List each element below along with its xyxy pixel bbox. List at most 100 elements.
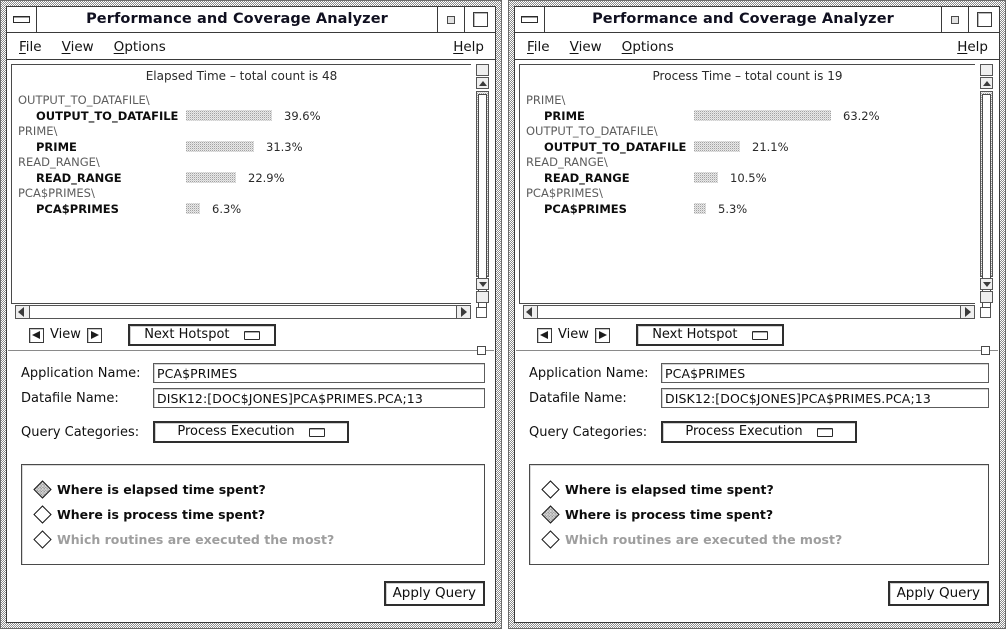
maximize-button[interactable] [465,7,495,32]
scroll-down-arrow-icon[interactable] [476,278,489,290]
query-categories-option-menu[interactable]: Process Execution [153,421,349,443]
apply-query-button[interactable]: Apply Query [383,581,485,606]
vertical-scrollbar[interactable] [975,64,995,308]
scroll-top-box-icon[interactable] [980,64,993,76]
radio-diamond-icon [541,530,560,549]
application-name-label: Application Name: [21,365,141,381]
titlebar: Performance and Coverage Analyzer [515,7,999,33]
hscroll-thumb[interactable] [30,306,456,318]
vscroll-trough[interactable] [980,91,993,308]
datafile-name-input[interactable]: DISK12:[DOC$JONES]PCA$PRIMES.PCA;13 [661,388,989,408]
module-name: PCA$PRIMES\ [526,186,603,200]
scroll-left-arrow-icon[interactable] [16,306,30,318]
query-categories-row: Query Categories: Process Execution [529,421,989,443]
datafile-name-input[interactable]: DISK12:[DOC$JONES]PCA$PRIMES.PCA;13 [153,388,485,408]
scroll-left-arrow-icon[interactable] [524,306,538,318]
table-row[interactable]: READ_RANGE 10.5% [526,169,975,186]
radio-diamond-icon[interactable] [33,505,52,524]
scroll-top-box-icon[interactable] [476,64,489,76]
query-radio-group: Where is elapsed time spent? Where is pr… [21,464,485,565]
window-menu-icon [13,16,30,23]
table-row[interactable]: OUTPUT_TO_DATAFILE 21.1% [526,138,975,155]
next-hotspot-option-menu[interactable]: Next Hotspot [127,324,276,346]
datafile-name-row: Datafile Name: DISK12:[DOC$JONES]PCA$PRI… [21,388,485,408]
vscroll-trough[interactable] [476,91,489,308]
table-row[interactable]: PCA$PRIMES 5.3% [526,200,975,217]
radio-diamond-icon[interactable] [33,480,52,499]
scroll-down-arrow-icon[interactable] [980,278,993,290]
maximize-button[interactable] [969,7,999,32]
query-categories-value: Process Execution [685,424,803,439]
chart-canvas[interactable]: Process Time – total count is 19 PRIME\ … [519,64,975,304]
apply-query-button[interactable]: Apply Query [887,581,989,606]
view-previous-button[interactable] [29,327,44,343]
scroll-up-arrow-icon[interactable] [980,77,993,89]
horizontal-scrollbar[interactable] [15,305,471,319]
hscroll-thumb[interactable] [538,306,960,318]
radio-elapsed-time[interactable]: Where is elapsed time spent? [33,477,484,502]
chart-row: Elapsed Time – total count is 48 OUTPUT_… [11,64,491,308]
menu-view[interactable]: View [568,37,604,55]
table-row[interactable]: OUTPUT_TO_DATAFILE 39.6% [18,107,471,124]
radio-label: Where is elapsed time spent? [57,482,266,497]
chart-row: Process Time – total count is 19 PRIME\ … [519,64,995,308]
query-categories-option-menu[interactable]: Process Execution [661,421,857,443]
pane-sash-handle[interactable] [477,346,486,355]
scroll-right-arrow-icon[interactable] [960,306,974,318]
view-label: View [50,327,81,342]
scroll-bottom-box-icon[interactable] [476,291,489,303]
radio-elapsed-time[interactable]: Where is elapsed time spent? [541,477,988,502]
vscroll-thumb[interactable] [478,94,487,308]
horizontal-scrollbar-row [519,304,995,320]
menu-file[interactable]: File [17,37,44,55]
scroll-bottom-box-icon[interactable] [980,291,993,303]
module-name: READ_RANGE\ [18,155,100,169]
application-name-input[interactable]: PCA$PRIMES [153,363,485,383]
menu-view[interactable]: View [60,37,96,55]
radio-process-time[interactable]: Where is process time spent? [541,502,988,527]
module-name: PCA$PRIMES\ [18,186,95,200]
query-categories-label: Query Categories: [529,424,648,440]
horizontal-scrollbar[interactable] [523,305,975,319]
menu-options[interactable]: Options [620,37,676,55]
pane-sash-handle[interactable] [981,346,990,355]
application-name-label: Application Name: [529,365,649,381]
value-bar [694,141,740,152]
window-menu-button[interactable] [7,7,37,32]
table-row[interactable]: PRIME 31.3% [18,138,471,155]
radio-process-time[interactable]: Where is process time spent? [33,502,484,527]
vscroll-thumb[interactable] [982,94,991,308]
table-row[interactable]: READ_RANGE 22.9% [18,169,471,186]
view-label: View [558,327,589,342]
scroll-right-arrow-icon[interactable] [456,306,470,318]
view-next-button[interactable] [594,327,610,343]
radio-label: Where is elapsed time spent? [565,482,774,497]
application-name-input[interactable]: PCA$PRIMES [661,363,989,383]
option-menu-icon [816,427,833,437]
radio-diamond-icon[interactable] [541,480,560,499]
view-next-button[interactable] [86,327,102,343]
option-menu-icon [751,330,768,340]
minimize-button[interactable] [438,7,465,32]
chart-entry: OUTPUT_TO_DATAFILE\ OUTPUT_TO_DATAFILE 3… [18,94,471,124]
view-previous-button[interactable] [537,327,552,343]
query-categories-value: Process Execution [177,424,295,439]
menu-help[interactable]: Help [451,37,486,55]
menu-help[interactable]: Help [955,37,990,55]
window-left-content: Performance and Coverage Analyzer File V… [6,6,496,623]
radio-label: Where is process time spent? [565,507,774,522]
scroll-up-arrow-icon[interactable] [476,77,489,89]
minimize-button[interactable] [942,7,969,32]
radio-routines-executed: Which routines are executed the most? [541,527,988,552]
next-hotspot-option-menu[interactable]: Next Hotspot [635,324,784,346]
view-stepper: View [29,327,102,343]
value-bar [694,203,706,214]
vertical-scrollbar[interactable] [471,64,491,308]
table-row[interactable]: PCA$PRIMES 6.3% [18,200,471,217]
radio-diamond-icon[interactable] [541,505,560,524]
menu-options[interactable]: Options [112,37,168,55]
chart-canvas[interactable]: Elapsed Time – total count is 48 OUTPUT_… [11,64,471,304]
window-menu-button[interactable] [515,7,545,32]
menu-file[interactable]: File [525,37,552,55]
table-row[interactable]: PRIME 63.2% [526,107,975,124]
